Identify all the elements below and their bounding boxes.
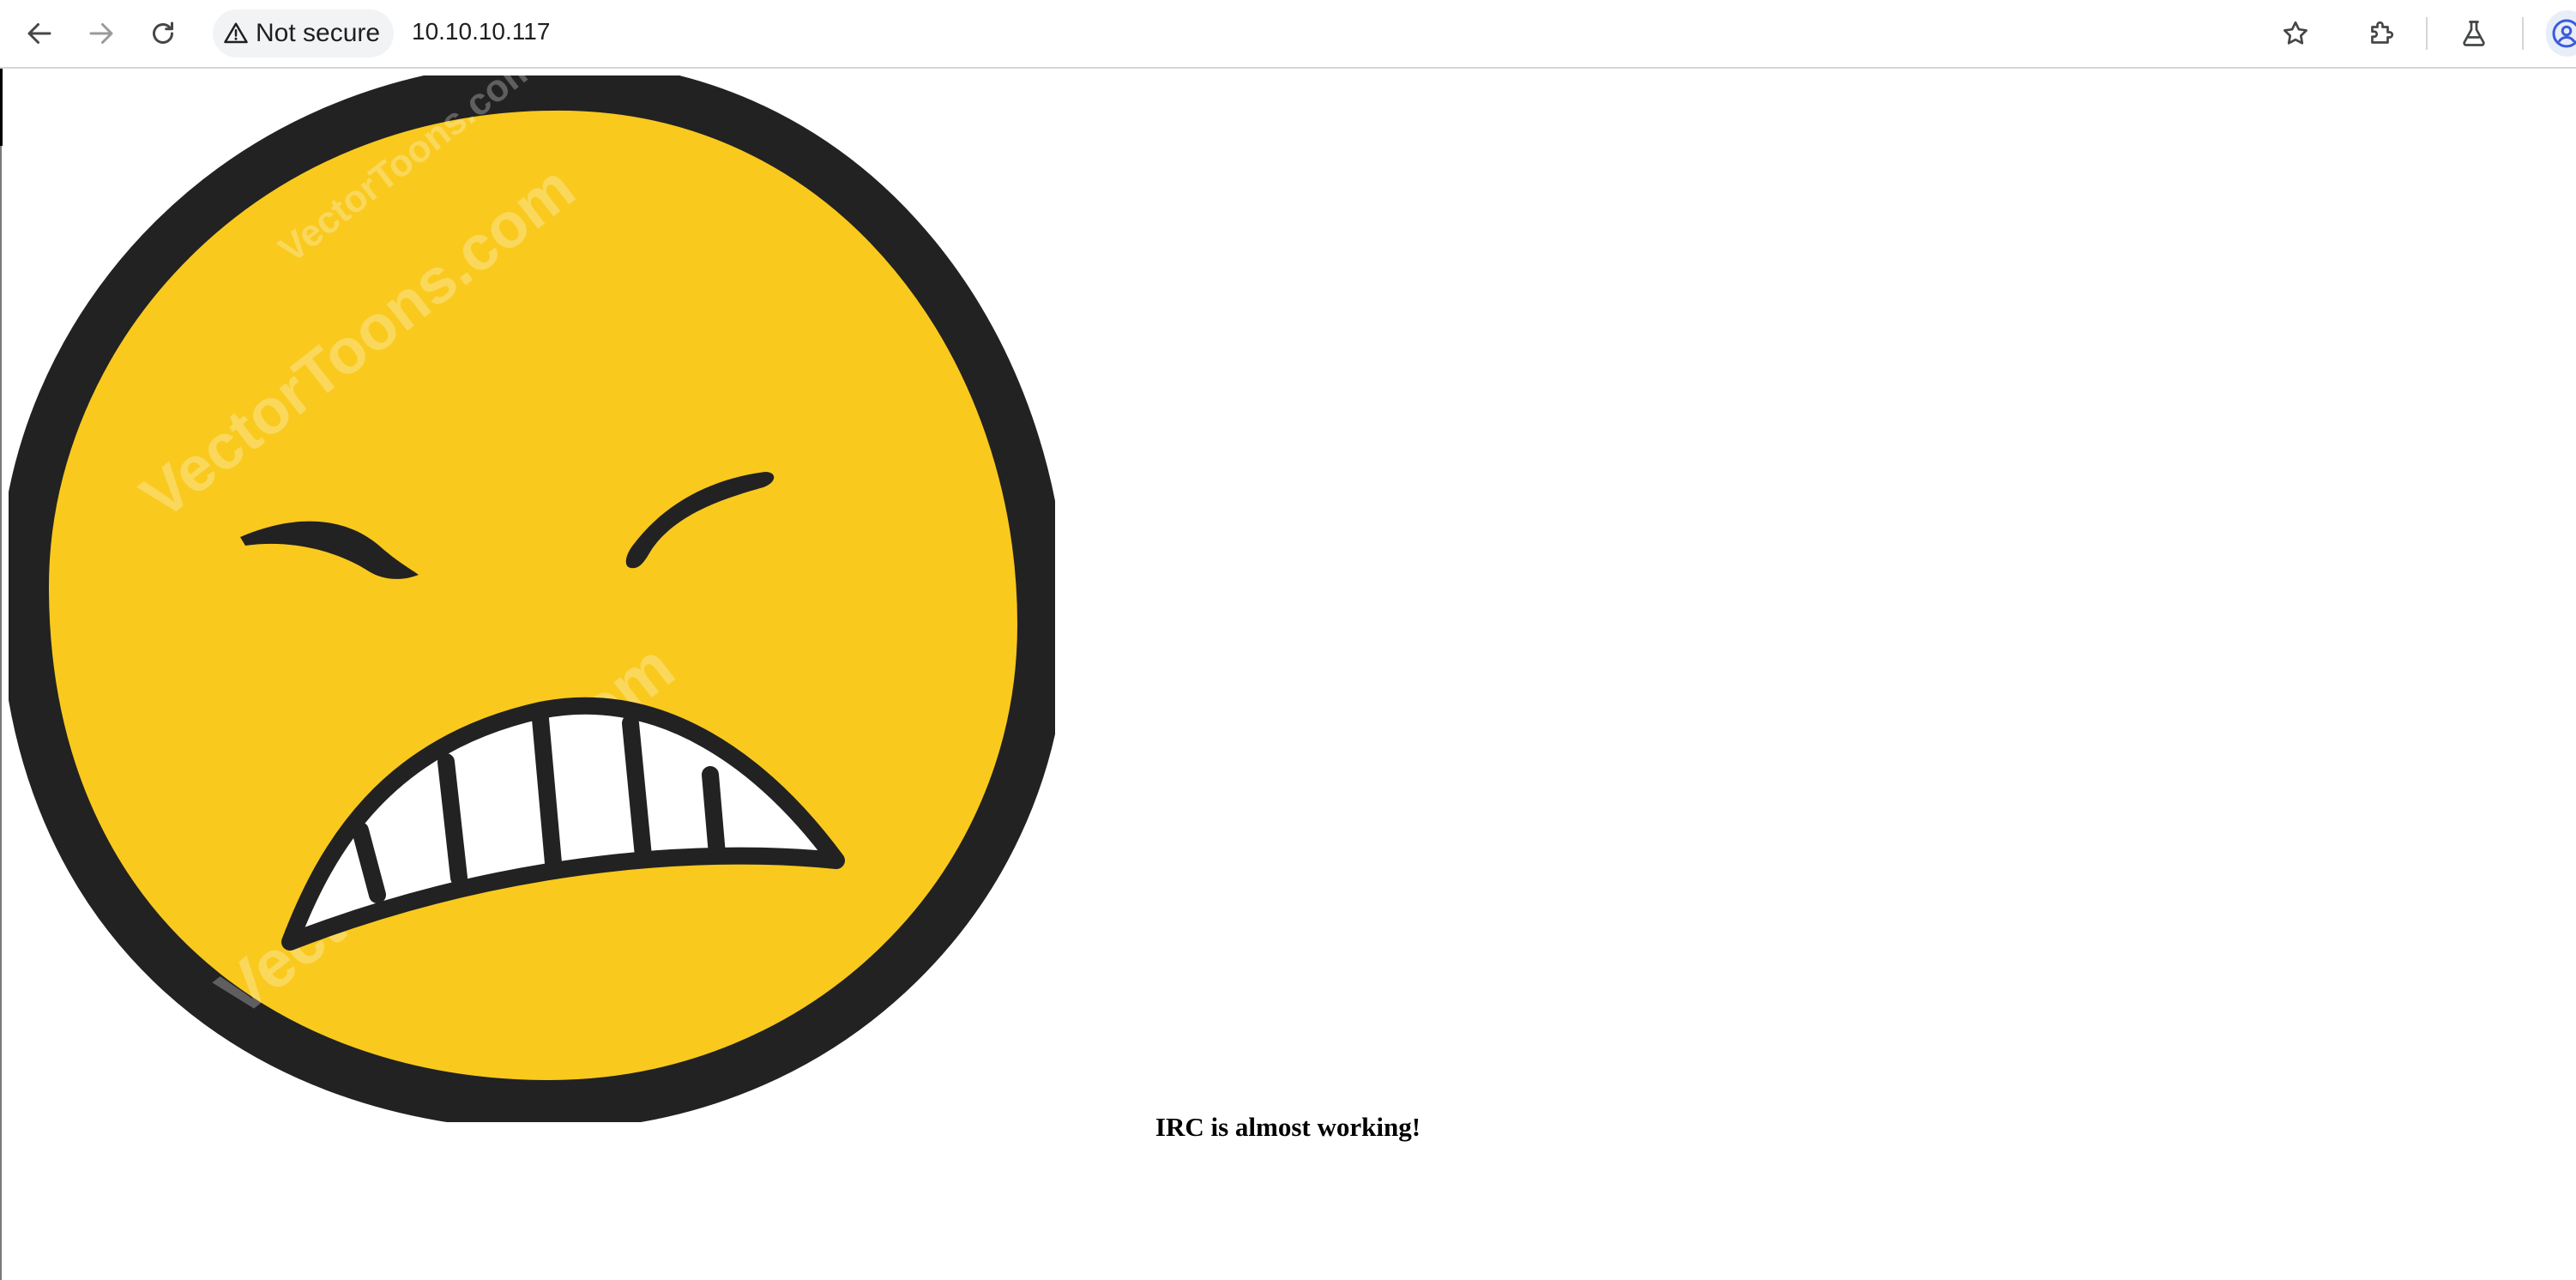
page-left-edge: [0, 69, 2, 1280]
browser-toolbar: Not secure 10.10.10.117: [0, 0, 2576, 69]
warning-triangle-icon: [224, 22, 248, 44]
arrow-right-icon: [89, 23, 113, 44]
angry-face-image: VectorToons.com VectorToons.com VectorTo…: [9, 75, 1055, 1122]
address-bar[interactable]: Not secure 10.10.10.117: [209, 6, 2337, 61]
flask-icon: [2463, 21, 2485, 46]
angry-face-illustration: VectorToons.com VectorToons.com VectorTo…: [9, 75, 1055, 1122]
site-info-chip[interactable]: Not secure: [213, 9, 395, 57]
reload-button[interactable]: [137, 8, 189, 59]
back-button[interactable]: [14, 8, 65, 59]
toolbar-divider: [2426, 17, 2428, 50]
bookmark-button[interactable]: [2270, 8, 2321, 59]
toolbar-divider: [2522, 17, 2524, 50]
page-message: IRC is almost working!: [1155, 1112, 1421, 1142]
star-icon: [2283, 21, 2308, 45]
page-left-edge-marker: [0, 69, 3, 146]
profile-avatar-icon: [2552, 19, 2576, 48]
labs-button[interactable]: [2448, 8, 2500, 59]
reload-icon: [153, 21, 173, 44]
arrow-left-icon: [27, 23, 51, 44]
url-text[interactable]: 10.10.10.117: [412, 18, 550, 45]
puzzle-piece-icon: [2371, 21, 2394, 44]
forward-button[interactable]: [75, 8, 127, 59]
extensions-button[interactable]: [2356, 8, 2407, 59]
profile-button[interactable]: [2546, 10, 2576, 57]
security-status-label: Not secure: [256, 19, 381, 47]
